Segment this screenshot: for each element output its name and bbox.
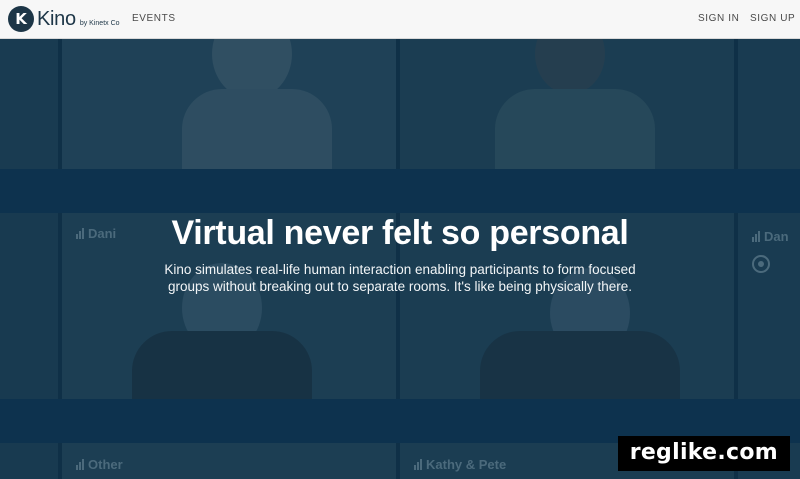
logo-word: Kino xyxy=(37,7,76,30)
hero-subtext: Kino simulates real-life human interacti… xyxy=(164,262,636,294)
sign-up-link[interactable]: SIGN UP xyxy=(750,13,795,24)
hero-video-grid: Dani Dan Other Kathy & Pete xyxy=(0,39,800,479)
nav-events-link[interactable]: EVENTS xyxy=(132,13,176,24)
logo-letter: K xyxy=(15,10,27,28)
dark-overlay xyxy=(0,39,800,479)
hero-headline: Virtual never felt so personal xyxy=(171,214,629,252)
watermark-label: reglike.com xyxy=(617,436,790,471)
logo-badge-icon: K xyxy=(8,6,34,32)
top-navbar: K Kino by Kinetx Co EVENTS SIGN IN SIGN … xyxy=(0,0,800,39)
kino-logo[interactable]: K Kino by Kinetx Co xyxy=(8,6,120,32)
logo-byline: by Kinetx Co xyxy=(79,20,120,27)
sign-in-link[interactable]: SIGN IN xyxy=(698,13,739,24)
